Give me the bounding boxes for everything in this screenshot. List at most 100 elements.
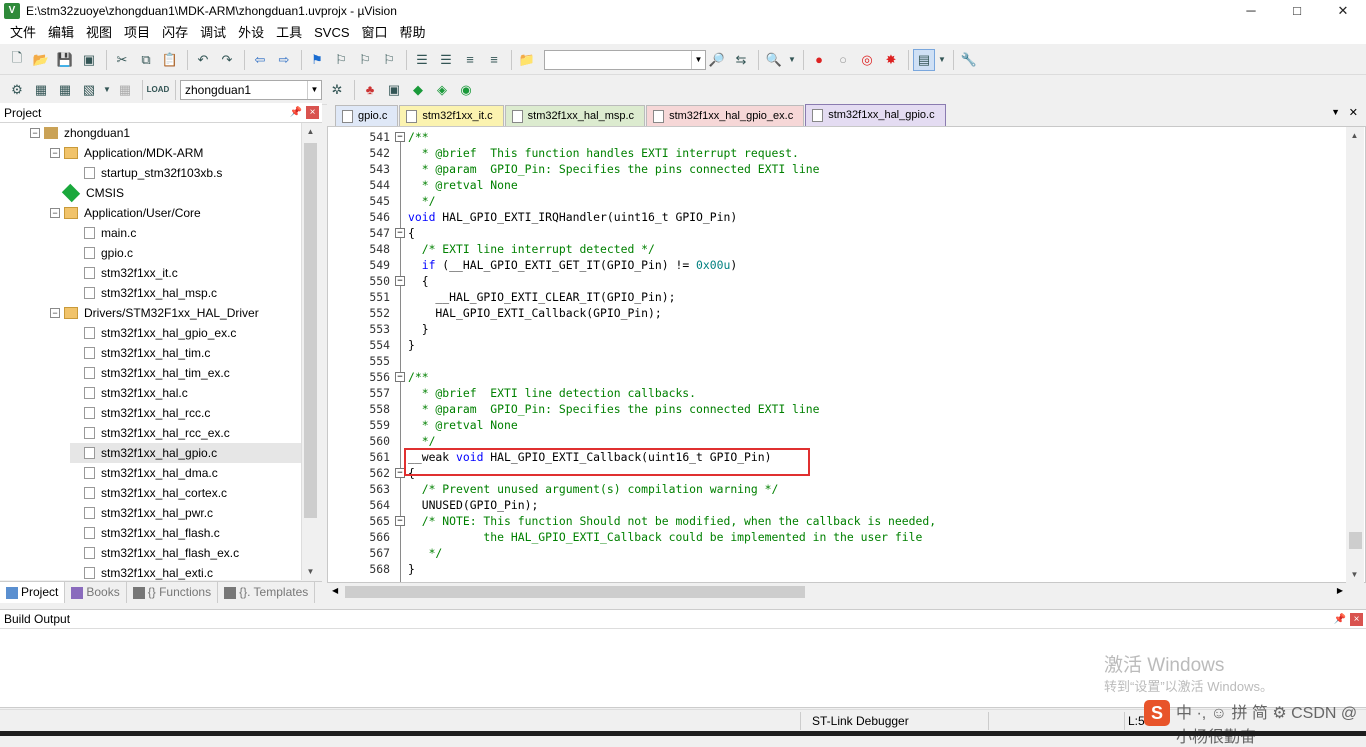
scroll-right-icon[interactable]: ▶ — [1337, 586, 1343, 595]
stop-build-icon[interactable]: ▦ — [114, 79, 136, 101]
run-time-env-icon[interactable]: ◆ — [407, 79, 429, 101]
menu-item-2[interactable]: 视图 — [80, 22, 118, 44]
scroll-thumb[interactable] — [345, 586, 805, 598]
target-select[interactable]: zhongduan1 ▼ — [180, 79, 322, 100]
chevron-down-icon[interactable]: ▼ — [787, 49, 797, 71]
scroll-down-icon[interactable]: ▼ — [1346, 566, 1363, 583]
tree-item[interactable]: stm32f1xx_hal_pwr.c — [70, 503, 213, 523]
fold-toggle-icon[interactable]: − — [395, 132, 405, 142]
breakpoint-kill-all-icon[interactable]: ✸ — [880, 49, 902, 71]
maximize-button[interactable]: □ — [1274, 0, 1320, 22]
menu-item-3[interactable]: 项目 — [118, 22, 156, 44]
bookmark-clear-icon[interactable]: ⚐ — [378, 49, 400, 71]
file-extensions-icon[interactable]: ▣ — [383, 79, 405, 101]
download-load-icon[interactable]: LOAD — [147, 79, 170, 101]
unindent-icon[interactable]: ☰ — [435, 49, 457, 71]
project-tab-1[interactable]: Books — [65, 582, 127, 603]
tree-item[interactable]: stm32f1xx_hal_msp.c — [70, 283, 217, 303]
open-file-icon[interactable]: 📂 — [30, 49, 52, 71]
breakpoint-enable-icon[interactable]: ○ — [832, 49, 854, 71]
fold-toggle-icon[interactable]: − — [395, 228, 405, 238]
tree-item[interactable]: stm32f1xx_hal_gpio_ex.c — [70, 323, 236, 343]
undo-icon[interactable]: ↶ — [192, 49, 214, 71]
breakpoint-insert-icon[interactable]: ● — [808, 49, 830, 71]
scroll-down-icon[interactable]: ▼ — [302, 563, 319, 580]
menu-item-6[interactable]: 外设 — [232, 22, 270, 44]
window-layout-icon[interactable]: ▤ — [913, 48, 935, 71]
tree-item[interactable]: CMSIS — [50, 183, 124, 203]
tree-item[interactable]: startup_stm32f103xb.s — [70, 163, 222, 183]
code-editor[interactable]: 541−/** 542 * @brief This function handle… — [327, 126, 1366, 583]
bookmark-icon[interactable]: ⚑ — [306, 49, 328, 71]
editor-tab-3[interactable]: stm32f1xx_hal_gpio_ex.c — [646, 105, 805, 126]
collapse-icon[interactable]: − — [50, 208, 60, 218]
project-tab-3[interactable]: {}. Templates — [218, 582, 316, 603]
chevron-down-icon[interactable]: ▼ — [307, 80, 321, 99]
save-all-icon[interactable]: ▣ — [78, 49, 100, 71]
bookmark-next-icon[interactable]: ⚐ — [354, 49, 376, 71]
manage-components-icon[interactable]: ♣ — [359, 79, 381, 101]
tree-item[interactable]: − Application/User/Core — [50, 203, 201, 223]
fold-toggle-icon[interactable]: − — [395, 372, 405, 382]
incremental-find-icon[interactable]: ⇆ — [730, 49, 752, 71]
close-icon[interactable]: × — [1350, 613, 1363, 626]
editor-horizontal-scrollbar[interactable]: ◀ ▶ — [329, 583, 1346, 601]
tree-item[interactable]: stm32f1xx_hal_exti.c — [70, 563, 213, 580]
menu-item-7[interactable]: 工具 — [270, 22, 308, 44]
chevron-down-icon[interactable]: ▼ — [691, 50, 705, 69]
scroll-left-icon[interactable]: ◀ — [332, 586, 338, 595]
pin-icon[interactable]: 📌 — [1334, 610, 1346, 629]
menu-item-4[interactable]: 闪存 — [156, 22, 194, 44]
close-button[interactable]: ✕ — [1320, 0, 1366, 22]
build-icon[interactable]: ▦ — [30, 79, 52, 101]
collapse-icon[interactable]: − — [50, 308, 60, 318]
editor-tab-1[interactable]: stm32f1xx_it.c — [399, 105, 504, 126]
pin-icon[interactable]: 📌 — [290, 103, 302, 123]
redo-icon[interactable]: ↷ — [216, 49, 238, 71]
rebuild-icon[interactable]: ▦ — [54, 79, 76, 101]
fold-toggle-icon[interactable]: − — [395, 516, 405, 526]
menu-item-10[interactable]: 帮助 — [394, 22, 432, 44]
fold-toggle-icon[interactable]: − — [395, 276, 405, 286]
find-in-files-icon[interactable]: 📁 — [516, 49, 538, 71]
tree-item[interactable]: main.c — [70, 223, 136, 243]
find-icon[interactable]: 🔎 — [706, 49, 728, 71]
comment-icon[interactable]: ≡ — [459, 49, 481, 71]
indent-icon[interactable]: ☰ — [411, 49, 433, 71]
uncomment-icon[interactable]: ≡ — [483, 49, 505, 71]
menu-item-5[interactable]: 调试 — [194, 22, 232, 44]
translate-icon[interactable]: ⚙ — [6, 79, 28, 101]
scroll-up-icon[interactable]: ▲ — [302, 123, 319, 140]
editor-vertical-scrollbar[interactable]: ▲ ▼ — [1346, 127, 1364, 583]
tree-item[interactable]: stm32f1xx_hal_flash_ex.c — [70, 543, 239, 563]
tree-item[interactable]: stm32f1xx_hal_rcc_ex.c — [70, 423, 230, 443]
nav-forward-icon[interactable]: ⇨ — [273, 49, 295, 71]
tree-item[interactable]: stm32f1xx_hal_gpio.c — [70, 443, 301, 463]
chevron-down-icon[interactable]: ▼ — [937, 49, 947, 71]
chevron-down-icon[interactable]: ▼ — [102, 79, 112, 101]
target-options-icon[interactable]: ✲ — [326, 79, 348, 101]
configure-icon[interactable]: 🔧 — [958, 49, 980, 71]
breakpoint-disable-all-icon[interactable]: ◎ — [856, 49, 878, 71]
editor-tab-4[interactable]: stm32f1xx_hal_gpio.c — [805, 104, 946, 126]
tree-item[interactable]: stm32f1xx_it.c — [70, 263, 178, 283]
tree-item[interactable]: gpio.c — [70, 243, 133, 263]
paste-icon[interactable]: 📋 — [159, 49, 181, 71]
tree-item[interactable]: stm32f1xx_hal_cortex.c — [70, 483, 227, 503]
find-combo[interactable]: ▼ — [544, 49, 706, 70]
tree-item[interactable]: stm32f1xx_hal.c — [70, 383, 188, 403]
close-icon[interactable]: × — [306, 106, 319, 119]
tree-item[interactable]: stm32f1xx_hal_rcc.c — [70, 403, 210, 423]
scroll-thumb[interactable] — [304, 143, 317, 518]
new-file-icon[interactable]: 🗋 — [6, 49, 28, 71]
cut-icon[interactable]: ✂ — [111, 49, 133, 71]
editor-tab-2[interactable]: stm32f1xx_hal_msp.c — [504, 105, 646, 126]
pack-installer-icon[interactable]: ◈ — [431, 79, 453, 101]
tree-item[interactable]: − zhongduan1 — [30, 123, 130, 143]
project-scrollbar[interactable]: ▲ ▼ — [301, 123, 318, 580]
editor-tab-0[interactable]: gpio.c — [335, 105, 399, 126]
menu-item-1[interactable]: 编辑 — [42, 22, 80, 44]
tree-item[interactable]: − Drivers/STM32F1xx_HAL_Driver — [50, 303, 259, 323]
tree-item[interactable]: − Application/MDK-ARM — [50, 143, 203, 163]
close-tab-icon[interactable]: ✕ — [1349, 106, 1358, 119]
